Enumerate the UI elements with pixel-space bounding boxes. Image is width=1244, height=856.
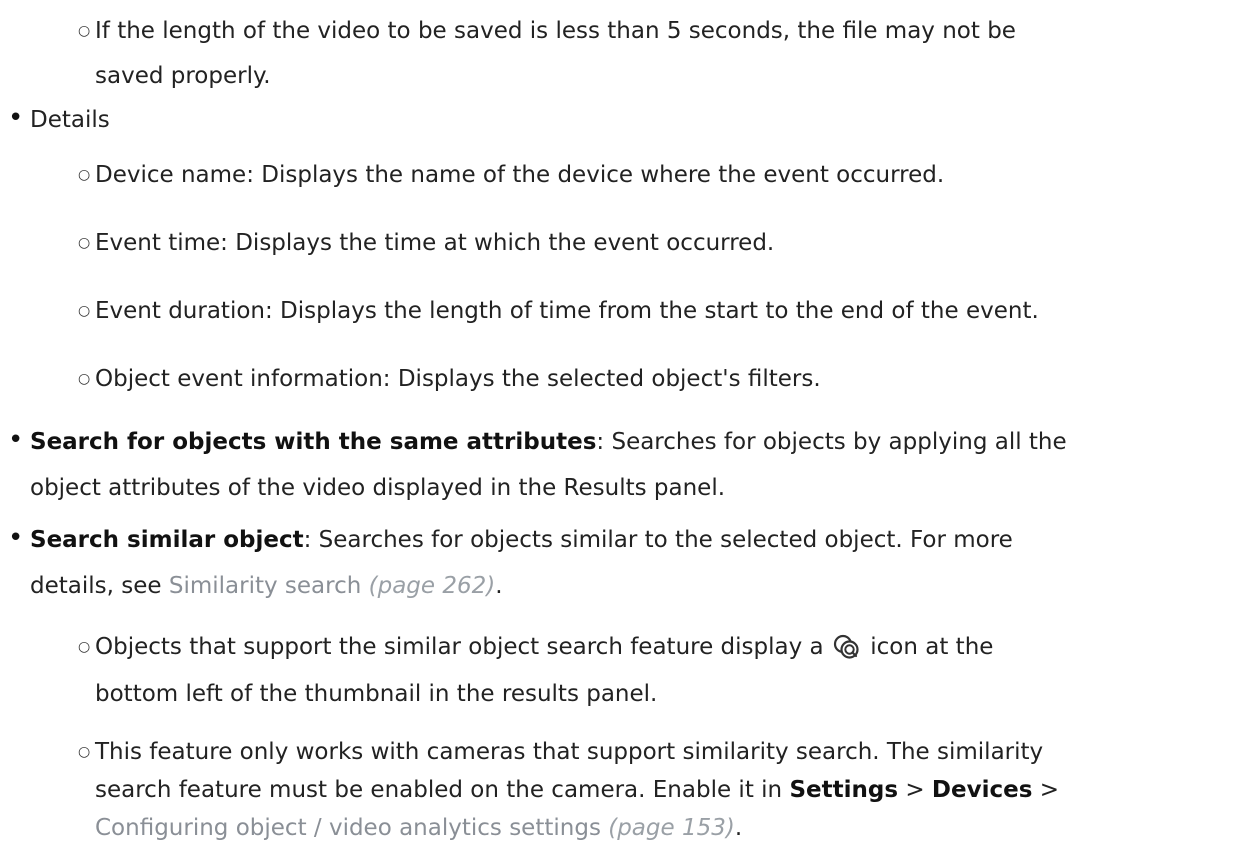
sub-bullet-marker: ○ <box>78 235 91 251</box>
bullet-marker: • <box>8 103 24 133</box>
similar-sub1-line1: Objects that support the similar object … <box>95 631 993 663</box>
similar-sub2-period: . <box>734 815 743 841</box>
detail-device-name: Device name: Displays the name of the de… <box>95 162 945 188</box>
similar-sub2-line3: Configuring object / video analytics set… <box>95 812 742 844</box>
detail-event-time: Event time: Displays the time at which t… <box>95 230 775 256</box>
similar-object-period: . <box>495 573 503 599</box>
similar-object-text: : Searches for objects similar to the se… <box>303 527 1013 553</box>
similar-sub1-after-icon: icon at the <box>870 634 994 660</box>
similar-sub2-line1: This feature only works with cameras tha… <box>95 739 1044 765</box>
similar-object-line1: Search similar object: Searches for obje… <box>30 524 1013 556</box>
configuring-analytics-page-ref[interactable]: (page 153) <box>608 815 735 841</box>
settings-menu-label: Settings <box>789 777 899 803</box>
sub-bullet-marker: ○ <box>78 371 91 387</box>
same-attributes-line2: object attributes of the video displayed… <box>30 475 726 501</box>
similar-sub2-line2: search feature must be enabled on the ca… <box>95 774 1059 806</box>
bullet-marker: • <box>8 523 24 553</box>
details-label: Details <box>30 107 110 133</box>
similar-sub1-line2: bottom left of the thumbnail in the resu… <box>95 681 658 707</box>
short-video-warning-line1: If the length of the video to be saved i… <box>95 18 1016 44</box>
same-attributes-title: Search for objects with the same attribu… <box>30 429 597 455</box>
bullet-marker: • <box>8 425 24 455</box>
sub-bullet-marker: ○ <box>78 303 91 319</box>
detail-event-duration: Event duration: Displays the length of t… <box>95 298 1039 324</box>
breadcrumb-separator: > <box>898 777 932 803</box>
devices-menu-label: Devices <box>931 777 1033 803</box>
breadcrumb-separator: > <box>1032 777 1060 803</box>
sub-bullet-marker: ○ <box>78 744 91 760</box>
sub-bullet-marker: ○ <box>78 23 91 39</box>
similar-object-details-prefix: details, see <box>30 573 169 599</box>
same-attributes-text: : Searches for objects by applying all t… <box>596 429 1067 455</box>
sub-bullet-marker: ○ <box>78 167 91 183</box>
similarity-search-icon <box>833 634 861 660</box>
sub-bullet-marker: ○ <box>78 639 91 655</box>
similar-sub2-enable-text: search feature must be enabled on the ca… <box>95 777 790 803</box>
similar-sub1-before-icon: Objects that support the similar object … <box>95 634 824 660</box>
same-attributes-line1: Search for objects with the same attribu… <box>30 426 1067 458</box>
short-video-warning-line2: saved properly. <box>95 63 271 89</box>
similar-object-title: Search similar object <box>30 527 304 553</box>
similar-object-line2: details, see Similarity search (page 262… <box>30 570 503 602</box>
configuring-analytics-link[interactable]: Configuring object / video analytics set… <box>95 815 601 841</box>
similarity-search-link[interactable]: Similarity search <box>169 573 361 599</box>
similarity-search-page-ref[interactable]: (page 262) <box>369 573 496 599</box>
detail-object-event-info: Object event information: Displays the s… <box>95 366 821 392</box>
